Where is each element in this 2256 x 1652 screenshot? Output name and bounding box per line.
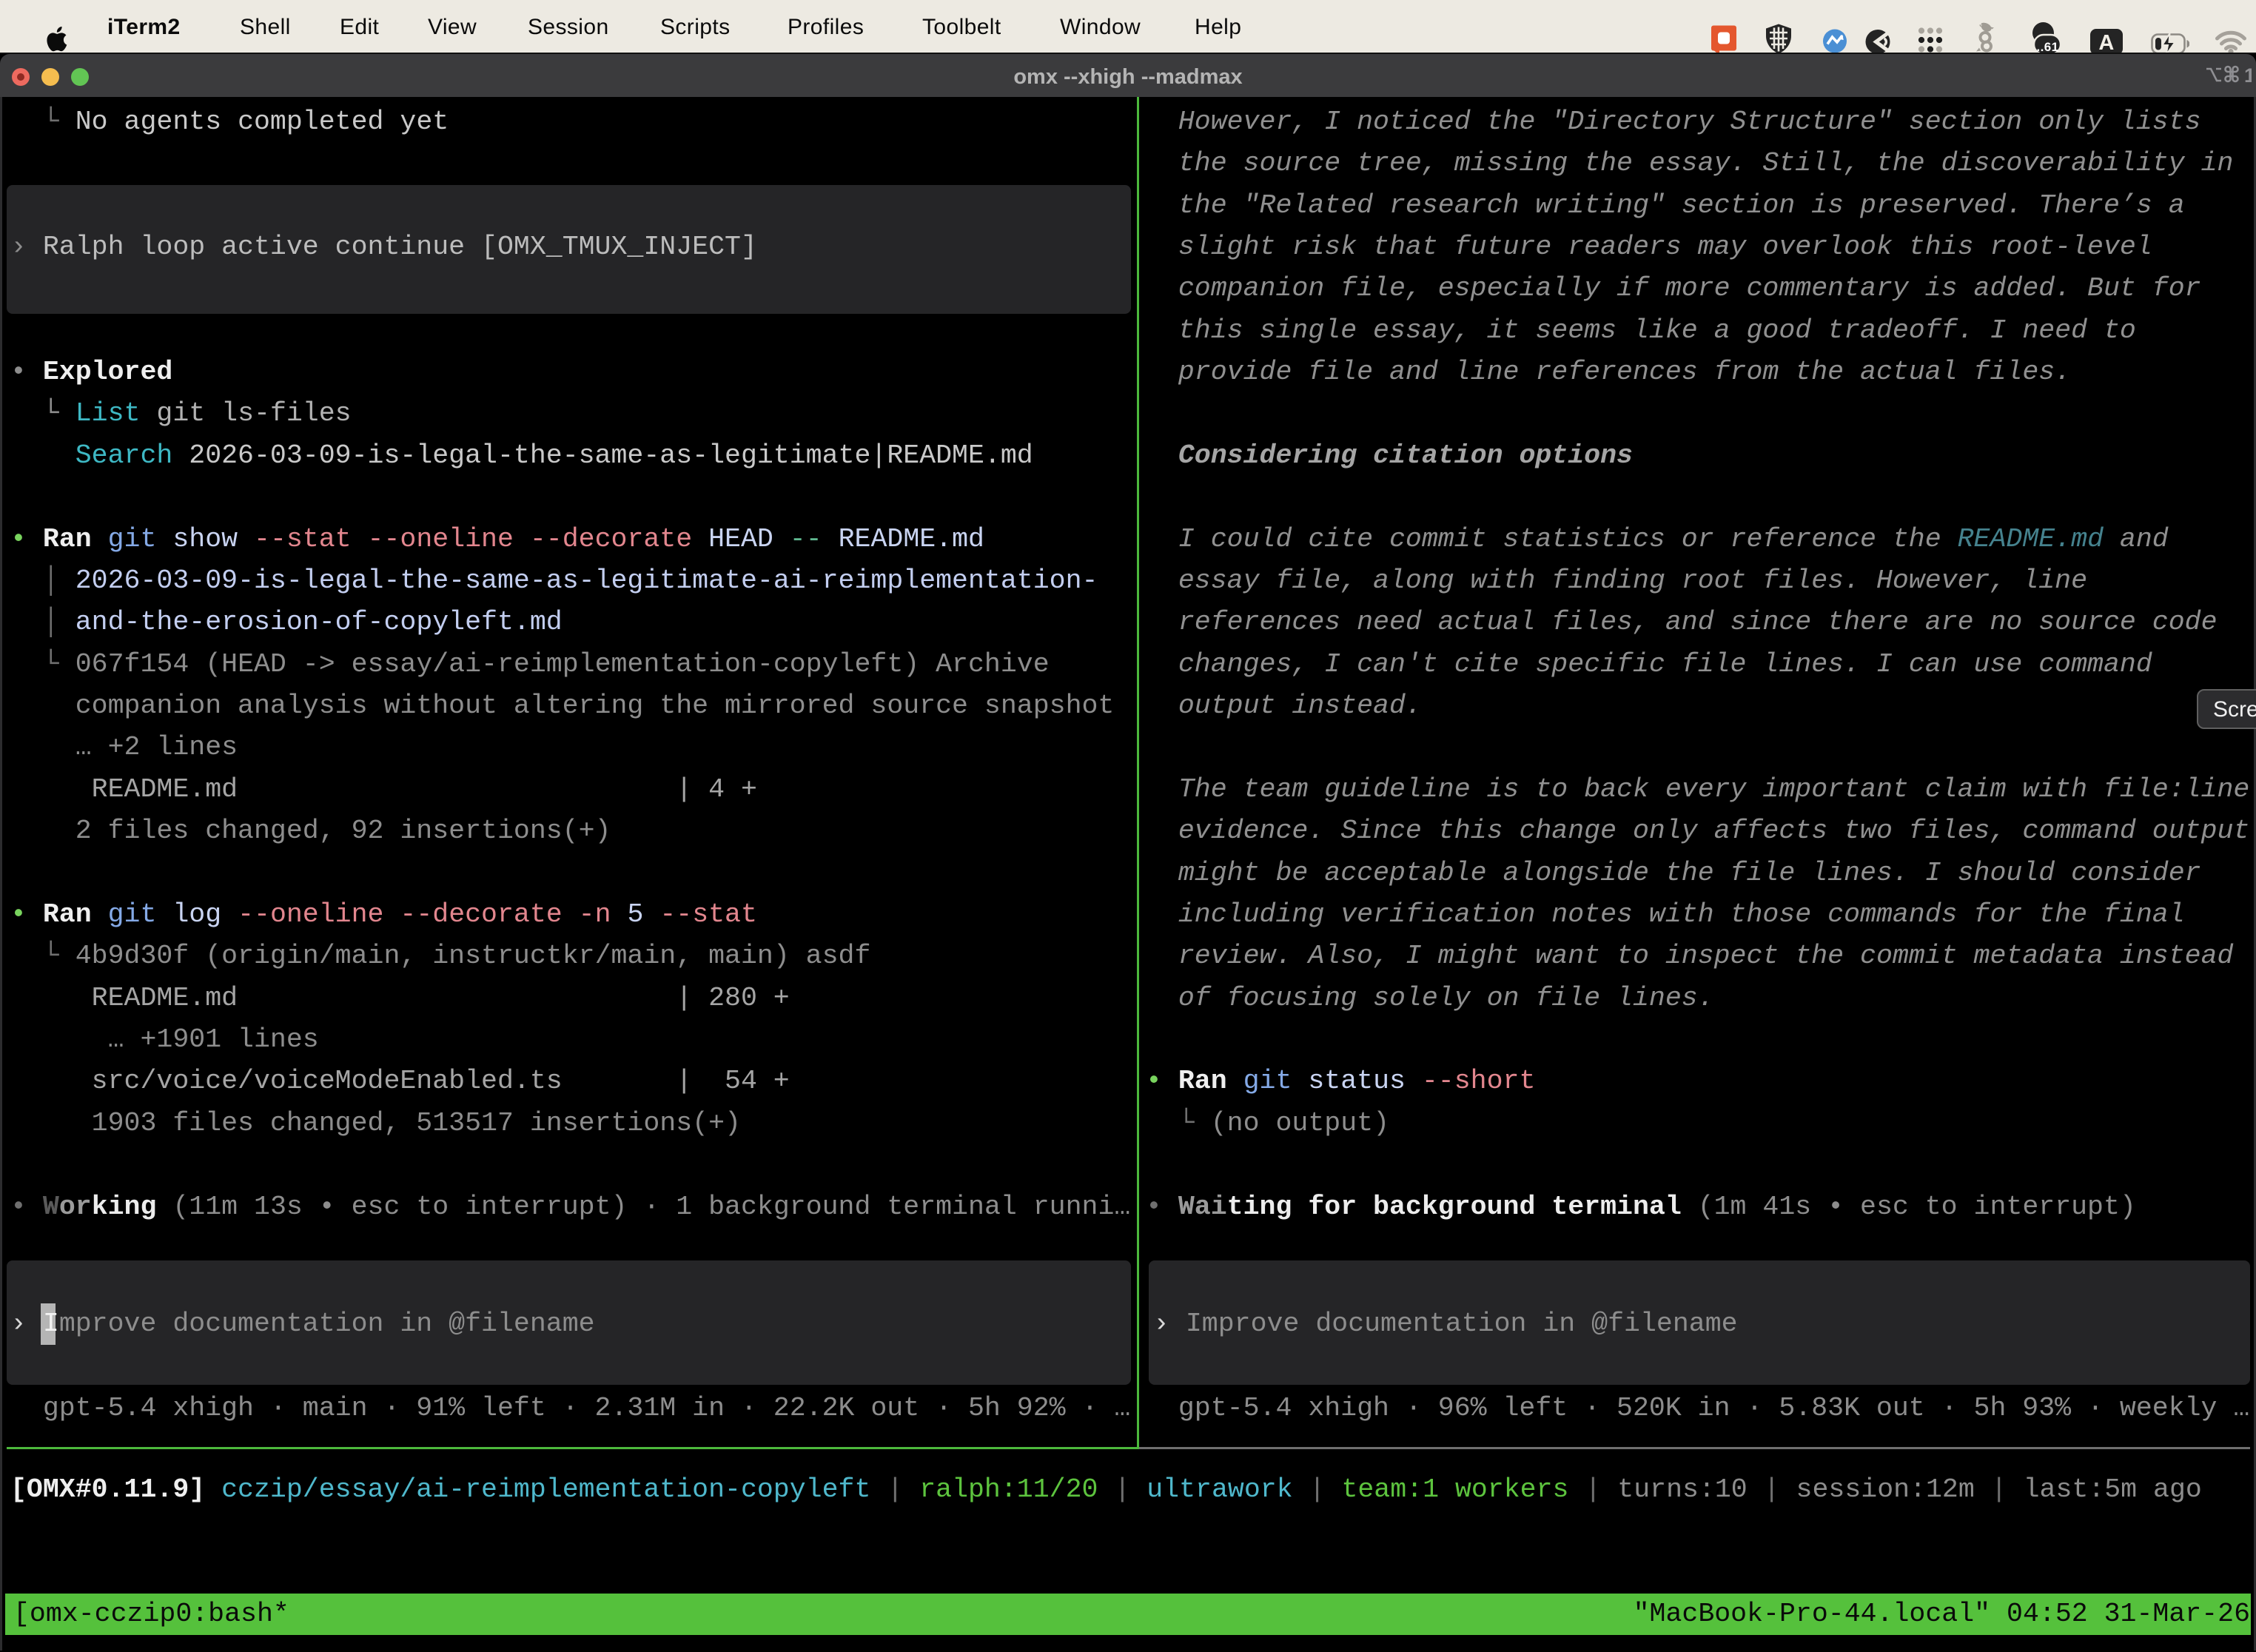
svg-text:1: 1 [2244, 64, 2252, 87]
svg-text:A: A [2098, 31, 2114, 55]
